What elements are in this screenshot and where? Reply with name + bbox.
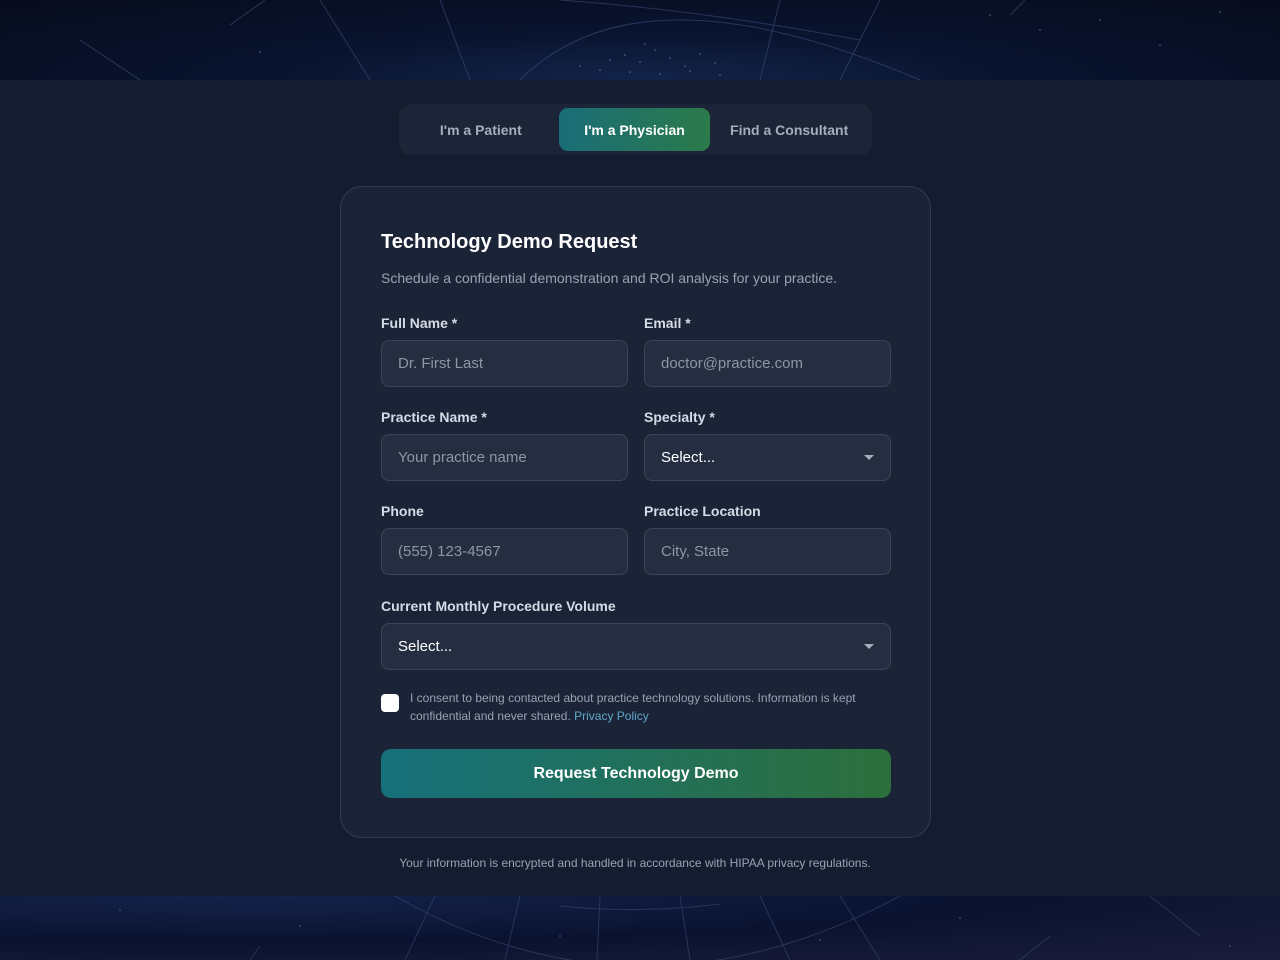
header-background [0,0,1280,80]
phone-label: Phone [381,503,424,519]
phone-input[interactable] [381,528,628,575]
consent-text-block: I consent to being contacted about pract… [410,689,890,725]
consent-checkbox[interactable] [381,694,399,712]
form-title: Technology Demo Request [381,231,638,253]
volume-select[interactable]: Select... [381,623,891,670]
specialty-value: Select... [661,449,716,466]
tab-consultant[interactable]: Find a Consultant [710,108,868,151]
practice-name-input[interactable] [381,434,628,481]
volume-label: Current Monthly Procedure Volume [381,598,616,614]
request-demo-button[interactable]: Request Technology Demo [381,749,891,798]
footer-background [0,896,1280,960]
privacy-footnote: Your information is encrypted and handle… [399,856,871,870]
specialty-label: Specialty * [644,409,715,425]
privacy-policy-link[interactable]: Privacy Policy [574,709,649,723]
audience-tabs: I'm a Patient I'm a Physician Find a Con… [399,104,872,155]
tab-patient[interactable]: I'm a Patient [403,108,559,151]
chevron-down-icon [864,644,874,649]
email-label: Email * [644,315,691,331]
demo-request-card: Technology Demo Request Schedule a confi… [340,186,931,838]
tab-physician[interactable]: I'm a Physician [558,108,711,151]
volume-value: Select... [398,638,453,655]
practice-name-label: Practice Name * [381,409,487,425]
location-label: Practice Location [644,503,761,519]
location-input[interactable] [644,528,891,575]
email-input[interactable] [644,340,891,387]
full-name-label: Full Name * [381,315,458,331]
form-subtitle: Schedule a confidential demonstration an… [381,270,838,286]
specialty-select[interactable]: Select... [644,434,891,481]
full-name-input[interactable] [381,340,628,387]
chevron-down-icon [864,455,874,460]
